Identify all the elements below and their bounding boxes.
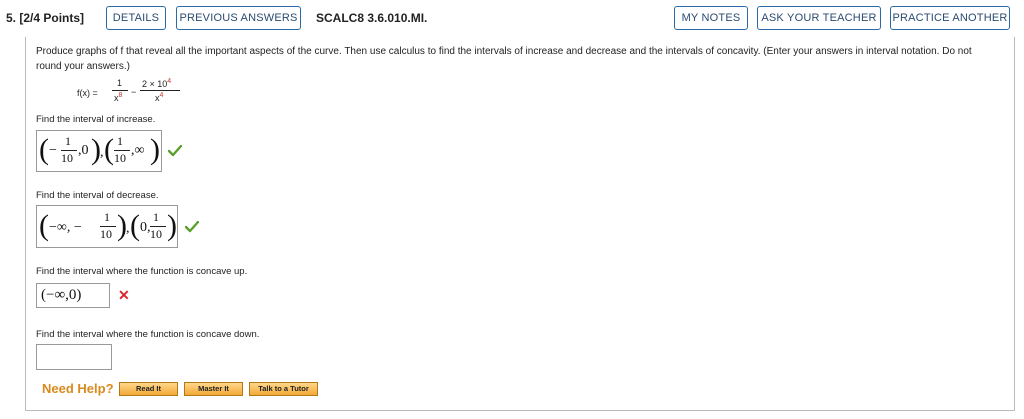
question-number: 5. [2/4 Points] [6, 11, 85, 25]
term2-denominator: x4 [155, 92, 164, 103]
read-it-button[interactable]: Read It [119, 382, 178, 396]
minus-sign: − [131, 87, 137, 97]
check-icon [167, 144, 183, 162]
practice-another-button[interactable]: PRACTICE ANOTHER [890, 6, 1010, 30]
details-button[interactable]: DETAILS [106, 6, 166, 30]
question-header: 5. [2/4 Points] DETAILS PREVIOUS ANSWERS… [0, 0, 1024, 36]
points-label: [2/4 Points] [19, 11, 85, 25]
my-notes-button[interactable]: MY NOTES [674, 6, 748, 30]
decrease-answer-field[interactable]: ( −∞, − 1 10 ) , ( 0, 1 10 ) [36, 205, 178, 248]
ask-your-teacher-button[interactable]: ASK YOUR TEACHER [757, 6, 881, 30]
need-help-label: Need Help? [42, 381, 114, 396]
previous-answers-button[interactable]: PREVIOUS ANSWERS [176, 6, 301, 30]
concave-down-answer-field[interactable] [36, 344, 112, 370]
increase-label: Find the interval of increase. [36, 114, 156, 125]
cross-icon: ✕ [118, 287, 130, 303]
term2-numerator: 2 × 104 [142, 78, 172, 89]
talk-to-tutor-button[interactable]: Talk to a Tutor [249, 382, 318, 396]
concave-down-label: Find the interval where the function is … [36, 329, 260, 340]
increase-answer-field[interactable]: ( − 1 10 ,0 ) , ( 1 10 ,∞ ) [36, 130, 162, 172]
concave-up-label: Find the interval where the function is … [36, 266, 248, 277]
concave-up-answer-field[interactable]: (−∞,0) [36, 283, 110, 308]
function-lhs: f(x) = [77, 88, 98, 98]
master-it-button[interactable]: Master It [184, 382, 243, 396]
term1-numerator: 1 [117, 78, 123, 88]
term1-denominator: x8 [114, 92, 123, 103]
question-id: SCALC8 3.6.010.MI. [316, 11, 428, 25]
problem-prompt: Produce graphs of f that reveal all the … [36, 46, 972, 72]
check-icon [184, 220, 200, 238]
decrease-label: Find the interval of decrease. [36, 190, 159, 201]
